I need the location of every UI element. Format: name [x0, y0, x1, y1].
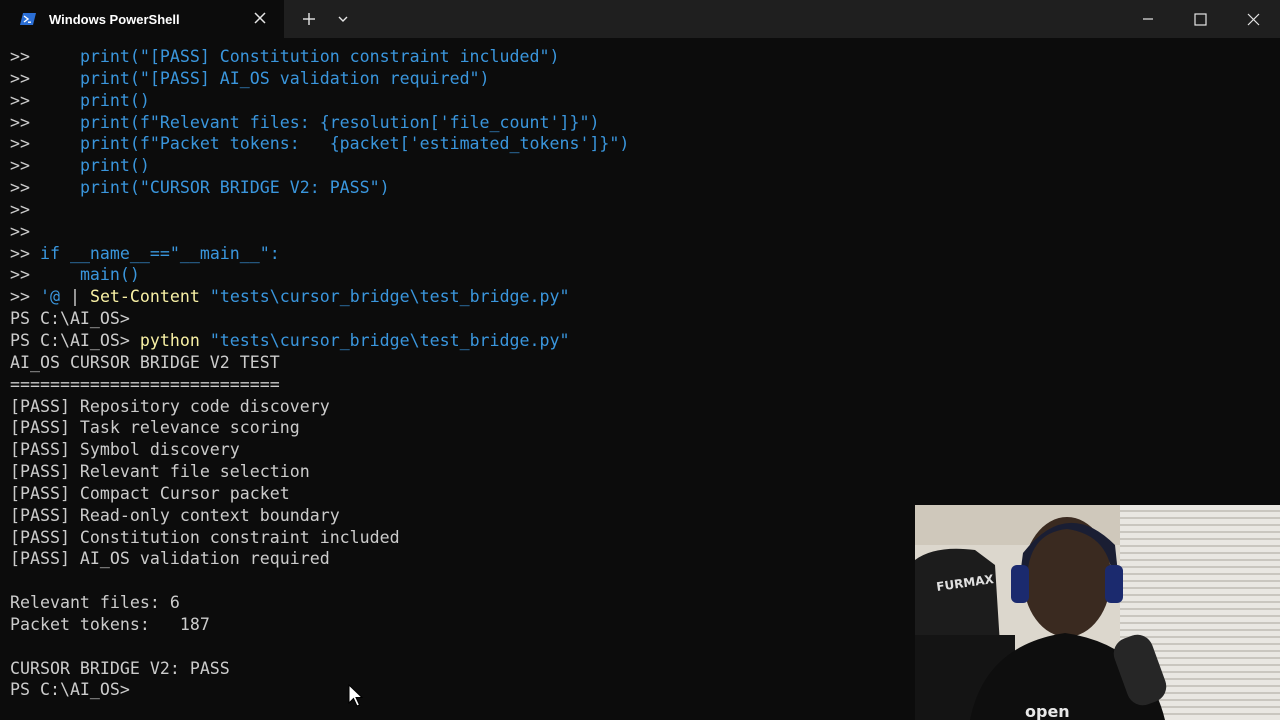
terminal-text: Relevant files: 6 [10, 593, 180, 613]
terminal-text: PS C:\AI_OS> [10, 309, 130, 329]
terminal-line: [PASS] Symbol discovery [10, 439, 1270, 461]
minimize-icon [1142, 18, 1153, 20]
terminal-text: Set-Content [89, 287, 200, 307]
terminal-text: [PASS] Read-only context boundary [10, 505, 340, 525]
terminal-text: >> [10, 90, 80, 110]
terminal-line: >> print("[PASS] AI_OS validation requir… [10, 68, 1270, 90]
terminal-line: [PASS] Task relevance scoring [10, 417, 1270, 439]
terminal-text: Packet tokens: 187 [10, 614, 210, 634]
svg-text:open: open [1025, 702, 1070, 720]
terminal-line: >> print() [10, 155, 1270, 177]
terminal-text: [PASS] Relevant file selection [10, 462, 310, 482]
maximize-icon [1194, 12, 1207, 26]
terminal-text: "tests\cursor_bridge\test_bridge.py" [199, 330, 570, 350]
webcam-person-image: FURMAX open [915, 505, 1280, 720]
terminal-text: >> [10, 287, 40, 307]
terminal-text: print() [79, 90, 150, 110]
terminal-line: >> print("[PASS] Constitution constraint… [10, 46, 1270, 68]
terminal-text: print("[PASS] AI_OS validation required"… [79, 68, 490, 88]
terminal-text: >> [10, 156, 80, 176]
terminal-line: AI_OS CURSOR BRIDGE V2 TEST [10, 352, 1270, 374]
webcam-overlay: FURMAX open [915, 505, 1280, 720]
terminal-text: print("CURSOR BRIDGE V2: PASS") [79, 178, 390, 198]
terminal-text: [PASS] Repository code discovery [10, 396, 330, 416]
terminal-text: print(f"Packet tokens: {packet['estimate… [79, 134, 630, 154]
terminal-text: PS C:\AI_OS> [10, 680, 130, 700]
terminal-line: >> [10, 199, 1270, 221]
new-tab-button[interactable] [292, 0, 326, 38]
minimize-button[interactable] [1121, 0, 1174, 38]
terminal-text: >> [10, 68, 80, 88]
close-icon [1247, 13, 1260, 25]
terminal-text: CURSOR BRIDGE V2: PASS [10, 658, 230, 678]
chevron-down-icon [338, 16, 348, 22]
terminal-line: >> [10, 221, 1270, 243]
terminal-line: PS C:\AI_OS> [10, 308, 1270, 330]
plus-icon [303, 13, 315, 25]
close-tab-icon[interactable] [252, 10, 268, 26]
terminal-text: python [139, 330, 200, 350]
powershell-icon [20, 11, 36, 27]
terminal-text: AI_OS CURSOR BRIDGE V2 TEST [10, 352, 280, 372]
terminal-line: [PASS] Compact Cursor packet [10, 483, 1270, 505]
terminal-line: [PASS] Relevant file selection [10, 461, 1270, 483]
terminal-text: '@ [39, 287, 60, 307]
terminal-text: [PASS] Compact Cursor packet [10, 483, 290, 503]
tab-dropdown-button[interactable] [326, 0, 360, 38]
terminal-text: >> [10, 134, 80, 154]
terminal-text: =========================== [10, 374, 280, 394]
terminal-text: if __name__=="__main__": [39, 243, 280, 263]
terminal-text: print() [79, 156, 150, 176]
terminal-line: >> if __name__=="__main__": [10, 243, 1270, 265]
title-bar: Windows PowerShell [0, 0, 1280, 38]
mouse-pointer-icon [348, 684, 364, 707]
terminal-text: PS C:\AI_OS> [10, 330, 140, 350]
terminal-line: >> print() [10, 90, 1270, 112]
tab-title: Windows PowerShell [49, 11, 180, 27]
terminal-text: >> [10, 265, 80, 285]
terminal-text: [PASS] Symbol discovery [10, 440, 240, 460]
terminal-text: >> [10, 221, 30, 241]
terminal-text: "tests\cursor_bridge\test_bridge.py" [199, 287, 570, 307]
terminal-line: =========================== [10, 374, 1270, 396]
terminal-text: >> [10, 178, 80, 198]
terminal-line: [PASS] Repository code discovery [10, 396, 1270, 418]
title-bar-drag-area[interactable] [360, 0, 1121, 38]
terminal-text: >> [10, 47, 80, 66]
terminal-text: >> [10, 243, 40, 263]
terminal-text: print("[PASS] Constitution constraint in… [79, 47, 560, 66]
terminal-text: >> [10, 112, 80, 132]
terminal-line: >> print(f"Relevant files: {resolution['… [10, 112, 1270, 134]
terminal-text: print(f"Relevant files: {resolution['fil… [79, 112, 600, 132]
terminal-line: >> print("CURSOR BRIDGE V2: PASS") [10, 177, 1270, 199]
maximize-button[interactable] [1174, 0, 1227, 38]
terminal-line: PS C:\AI_OS> python "tests\cursor_bridge… [10, 330, 1270, 352]
terminal-text: [PASS] AI_OS validation required [10, 549, 330, 569]
terminal-text: [PASS] Constitution constraint included [10, 527, 400, 547]
terminal-line: >> '@ | Set-Content "tests\cursor_bridge… [10, 286, 1270, 308]
terminal-text: >> [10, 199, 30, 219]
terminal-line: >> print(f"Packet tokens: {packet['estim… [10, 133, 1270, 155]
terminal-text: main() [79, 265, 140, 285]
terminal-line: >> main() [10, 264, 1270, 286]
tab-windows-powershell[interactable]: Windows PowerShell [0, 0, 284, 38]
terminal-text: [PASS] Task relevance scoring [10, 418, 300, 438]
terminal-text: | [59, 287, 90, 307]
close-window-button[interactable] [1227, 0, 1280, 38]
